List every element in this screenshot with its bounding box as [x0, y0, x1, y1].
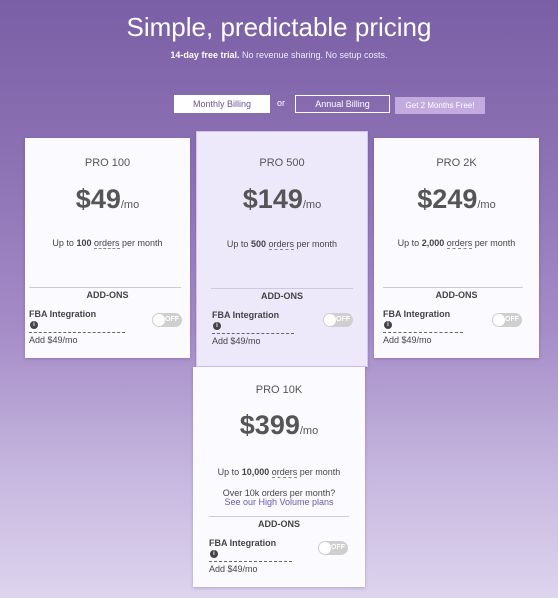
- info-icon[interactable]: i: [213, 322, 221, 330]
- toggle-state: OFF: [165, 316, 179, 323]
- monthly-billing-button[interactable]: Monthly Billing: [174, 95, 270, 113]
- price-amount: $49: [75, 184, 121, 214]
- price-unit: /mo: [477, 199, 496, 211]
- price-amount: $149: [242, 184, 303, 214]
- hero-title: Simple, predictable pricing: [126, 12, 432, 42]
- plan-price: $149/mo: [197, 184, 367, 215]
- toggle-state: OFF: [331, 544, 345, 551]
- fba-toggle[interactable]: OFF: [152, 313, 182, 327]
- plan-card-pro-100: PRO 100 $49/mo Up to 100 orders per mont…: [25, 138, 190, 358]
- fba-toggle[interactable]: OFF: [323, 313, 353, 327]
- price-unit: /mo: [120, 199, 140, 211]
- toggle-knob: [319, 542, 331, 554]
- plan-name: PRO 10K: [255, 384, 303, 396]
- price-amount: $249: [417, 184, 478, 214]
- addon-name: FBA Integration: [209, 538, 277, 548]
- toggle-knob: [324, 314, 336, 326]
- plan-description: Up to 500 orders per month: [226, 239, 338, 250]
- addon-name: FBA Integration: [383, 309, 451, 319]
- addons-label: ADD-ONS: [86, 290, 129, 300]
- fba-toggle[interactable]: OFF: [492, 313, 522, 327]
- addon-dash-line: [209, 561, 292, 562]
- or-label: or: [277, 98, 286, 108]
- plan-price: $49/mo: [25, 184, 190, 215]
- toggle-knob: [153, 314, 165, 326]
- addon-dash-line: [212, 333, 294, 334]
- plan-card-pro-500: PRO 500 $149/mo Up to 500 orders per mon…: [196, 131, 368, 367]
- addons-divider: [211, 288, 353, 289]
- addons-divider: [209, 516, 349, 517]
- hero-subtitle: 14-day free trial. No revenue sharing. N…: [0, 50, 558, 60]
- plan-name: PRO 2K: [436, 157, 477, 169]
- plan-name: PRO 100: [84, 157, 131, 169]
- info-icon[interactable]: i: [384, 321, 392, 329]
- addons-label: ADD-ONS: [261, 291, 303, 301]
- addons-divider: [29, 287, 181, 288]
- plan-description: Up to 100 orders per month: [52, 238, 163, 249]
- toggle-knob: [493, 314, 505, 326]
- fba-toggle[interactable]: OFF: [318, 541, 348, 555]
- price-amount: $399: [239, 410, 300, 440]
- addons-label: ADD-ONS: [435, 290, 478, 300]
- annual-billing-button[interactable]: Annual Billing: [295, 95, 390, 113]
- plan-price: $399/mo: [193, 410, 365, 441]
- addon-price: Add $49/mo: [209, 564, 258, 574]
- addon-dash-line: [383, 332, 463, 333]
- addon-price: Add $49/mo: [383, 335, 432, 345]
- trial-text: 14-day free trial.: [170, 50, 240, 60]
- info-icon[interactable]: i: [210, 550, 218, 558]
- toggle-state: OFF: [336, 316, 350, 323]
- addon-dash-line: [29, 332, 125, 333]
- toggle-state: OFF: [505, 316, 519, 323]
- addon-name: FBA Integration: [29, 309, 97, 319]
- no-costs-text: No revenue sharing. No setup costs.: [241, 50, 388, 60]
- plan-name: PRO 500: [259, 157, 305, 169]
- price-unit: /mo: [299, 425, 319, 437]
- addon-price: Add $49/mo: [29, 335, 78, 345]
- plan-price: $249/mo: [374, 184, 539, 215]
- plan-card-pro-2k: PRO 2K $249/mo Up to 2,000 orders per mo…: [374, 138, 539, 358]
- promo-badge: Get 2 Months Free!: [395, 97, 485, 114]
- price-unit: /mo: [302, 199, 322, 211]
- plan-card-pro-10k: PRO 10K $399/mo Up to 10,000 orders per …: [193, 367, 365, 587]
- plan-description: Up to 2,000 orders per month: [397, 238, 516, 249]
- high-volume-link[interactable]: See our High Volume plans: [193, 497, 365, 507]
- addons-divider: [383, 287, 523, 288]
- addon-name: FBA Integration: [212, 310, 280, 320]
- info-icon[interactable]: i: [30, 321, 38, 329]
- addon-price: Add $49/mo: [212, 336, 261, 346]
- plan-description: Up to 10,000 orders per month: [217, 467, 341, 478]
- addons-label: ADD-ONS: [258, 519, 300, 529]
